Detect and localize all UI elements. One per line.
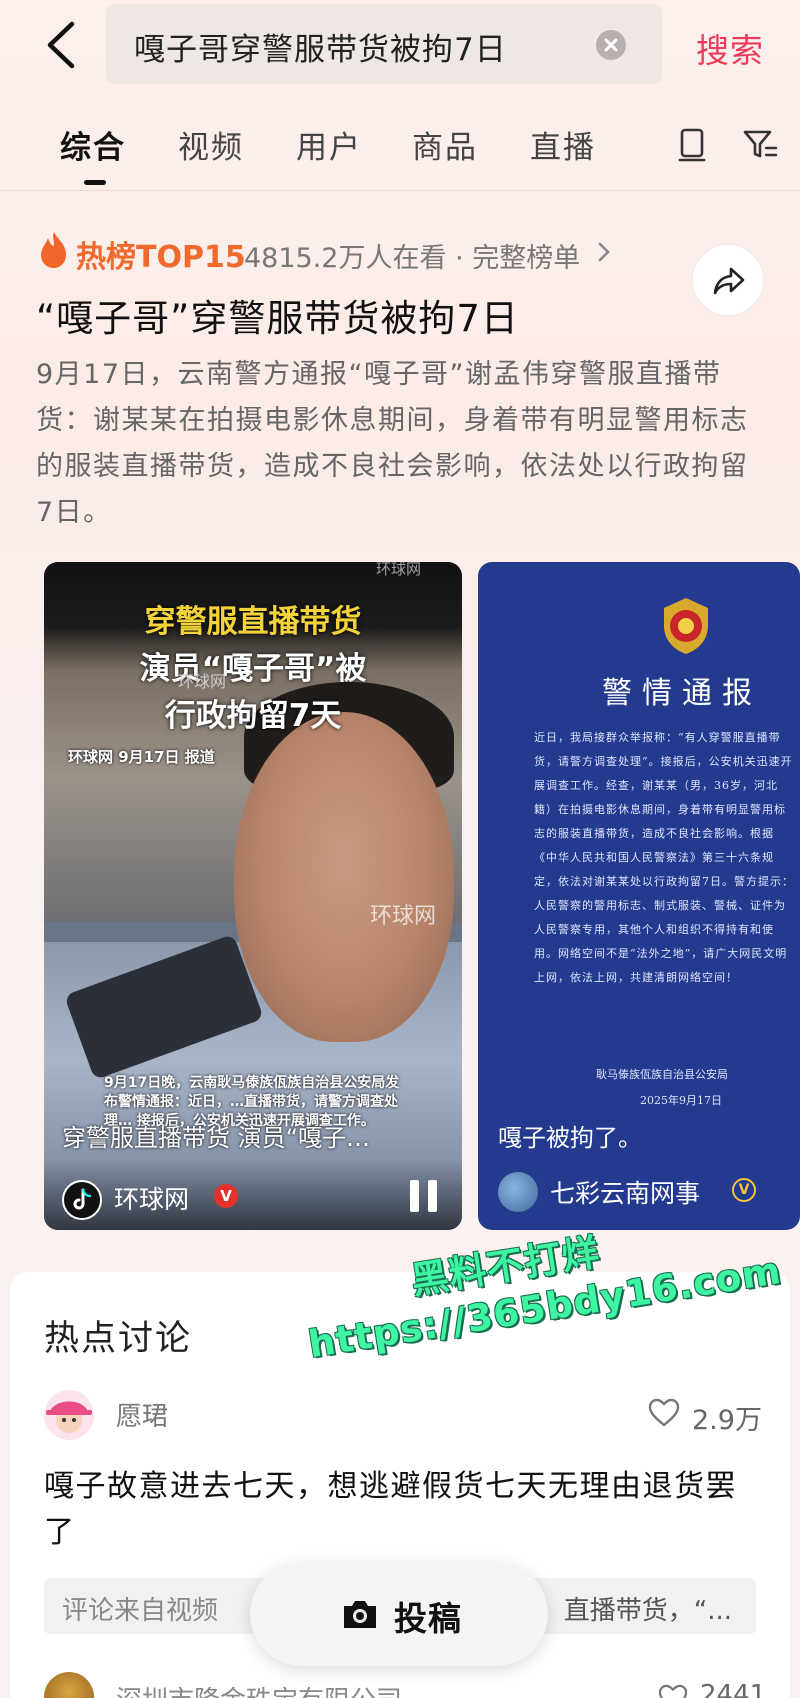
search-query-text: 嘎子哥穿警服带货被拘7日 <box>134 32 507 68</box>
next-user-avatar[interactable] <box>44 1672 94 1698</box>
search-button[interactable]: 搜索 <box>696 24 764 72</box>
video-card-huanqiu[interactable]: 环球网 穿警服直播带货 演员“嘎子哥”被 行政拘留7天 环球网 9月17日 报道… <box>44 562 462 1230</box>
comment-source-title: 直播带货，“... <box>563 1596 732 1626</box>
search-input[interactable]: 嘎子哥穿警服带货被拘7日 <box>106 4 662 84</box>
filter-icon[interactable] <box>740 124 780 164</box>
comment-text[interactable]: 嘎子故意进去七天，想逃避假货七天无理由退货罢了 <box>44 1464 764 1556</box>
clear-icon[interactable] <box>596 30 626 60</box>
video2-channel-name[interactable]: 七彩云南网事 <box>550 1174 700 1210</box>
comment-like-count: 2.9万 <box>692 1405 762 1436</box>
discussion-title: 热点讨论 <box>44 1319 193 1359</box>
video-footer-watermark: 环球网 <box>178 672 227 691</box>
comment-username[interactable]: 愿珺 <box>116 1396 168 1433</box>
tabs-divider <box>0 190 800 191</box>
next-heart-icon[interactable] <box>658 1684 688 1698</box>
video-card-footer: 环球网 V <box>44 1160 462 1230</box>
notice-date: 2025年9月17日 <box>640 1094 722 1107</box>
share-icon <box>713 267 745 295</box>
user-avatar[interactable] <box>44 1390 94 1440</box>
chevron-right-icon <box>598 242 610 262</box>
next-comment-username[interactable]: 深圳市隆金珠宝有限公司 <box>116 1680 402 1698</box>
share-button[interactable] <box>692 244 764 316</box>
verified-badge-gold-icon: V <box>732 1178 756 1202</box>
video-thumbnail-face <box>234 712 454 1042</box>
notice-body: 近日，我局接群众举报称：“有人穿警服直播带货，请警方调查处理”。接报后，公安机关… <box>534 731 794 984</box>
tab-goods[interactable]: 商品 <box>412 122 478 167</box>
heart-icon[interactable] <box>648 1398 680 1428</box>
video-source-label: 环球网 9月17日 报道 <box>68 748 215 766</box>
pause-icon[interactable] <box>410 1180 440 1212</box>
flame-icon <box>41 232 66 268</box>
video-caption: 穿警服直播带货 演员“嘎子… <box>62 1124 371 1152</box>
channel-avatar[interactable] <box>498 1172 538 1212</box>
hot-headline[interactable]: “嘎子哥”穿警服带货被拘7日 <box>36 288 519 342</box>
comment-source-label: 评论来自视频 <box>62 1596 219 1626</box>
video-title-line3: 行政拘留7天 <box>164 698 342 734</box>
next-comment-row: 深圳市隆金珠宝有限公司 2441 <box>0 1666 800 1698</box>
hot-rank-stats: 4815.2万人在看 · 完整榜单 <box>244 243 581 274</box>
video-title-overlay: 穿警服直播带货 演员“嘎子哥”被 行政拘留7天 <box>44 596 462 735</box>
post-button[interactable]: 投稿 <box>250 1562 548 1666</box>
video-watermark-top: 环球网 <box>376 562 422 578</box>
result-tabs: 综合 视频 用户 商品 直播 <box>0 110 800 190</box>
layout-toggle-icon[interactable] <box>672 124 712 164</box>
video2-caption: 嘎子被拘了。 <box>498 1124 642 1152</box>
tab-live[interactable]: 直播 <box>530 122 596 167</box>
notice-signature: 耿马傣族佤族自治县公安局 <box>596 1068 728 1081</box>
active-tab-indicator <box>84 180 106 185</box>
video-watermark-mid: 环球网 <box>370 904 437 929</box>
tab-comprehensive[interactable]: 综合 <box>60 122 126 167</box>
post-button-label: 投稿 <box>394 1599 462 1638</box>
tab-user[interactable]: 用户 <box>296 122 362 167</box>
next-comment-like-count: 2441 <box>700 1680 767 1698</box>
hot-rank-row[interactable]: 热榜TOP15 4815.2万人在看 · 完整榜单 <box>36 228 736 276</box>
tab-video[interactable]: 视频 <box>178 122 244 167</box>
hot-rank-badge: 热榜TOP15 <box>76 240 246 275</box>
police-emblem-icon <box>664 598 708 654</box>
douyin-logo-icon <box>62 1180 102 1220</box>
hot-summary: 9月17日，云南警方通报“嘎子哥”谢孟伟穿警服直播带货：谢某某在拍摄电影休息期间… <box>36 359 749 528</box>
camera-icon <box>344 1601 376 1628</box>
video-title-line2: 演员“嘎子哥”被 <box>139 651 367 687</box>
video-channel-name[interactable]: 环球网 <box>114 1180 189 1216</box>
back-arrow-icon <box>47 21 75 69</box>
verified-badge-icon: V <box>214 1184 238 1208</box>
video-title-line1: 穿警服直播带货 <box>144 604 362 640</box>
search-header: 嘎子哥穿警服带货被拘7日 搜索 <box>0 0 800 92</box>
notice-title: 警情通报 <box>602 676 762 711</box>
back-button[interactable] <box>40 18 84 72</box>
